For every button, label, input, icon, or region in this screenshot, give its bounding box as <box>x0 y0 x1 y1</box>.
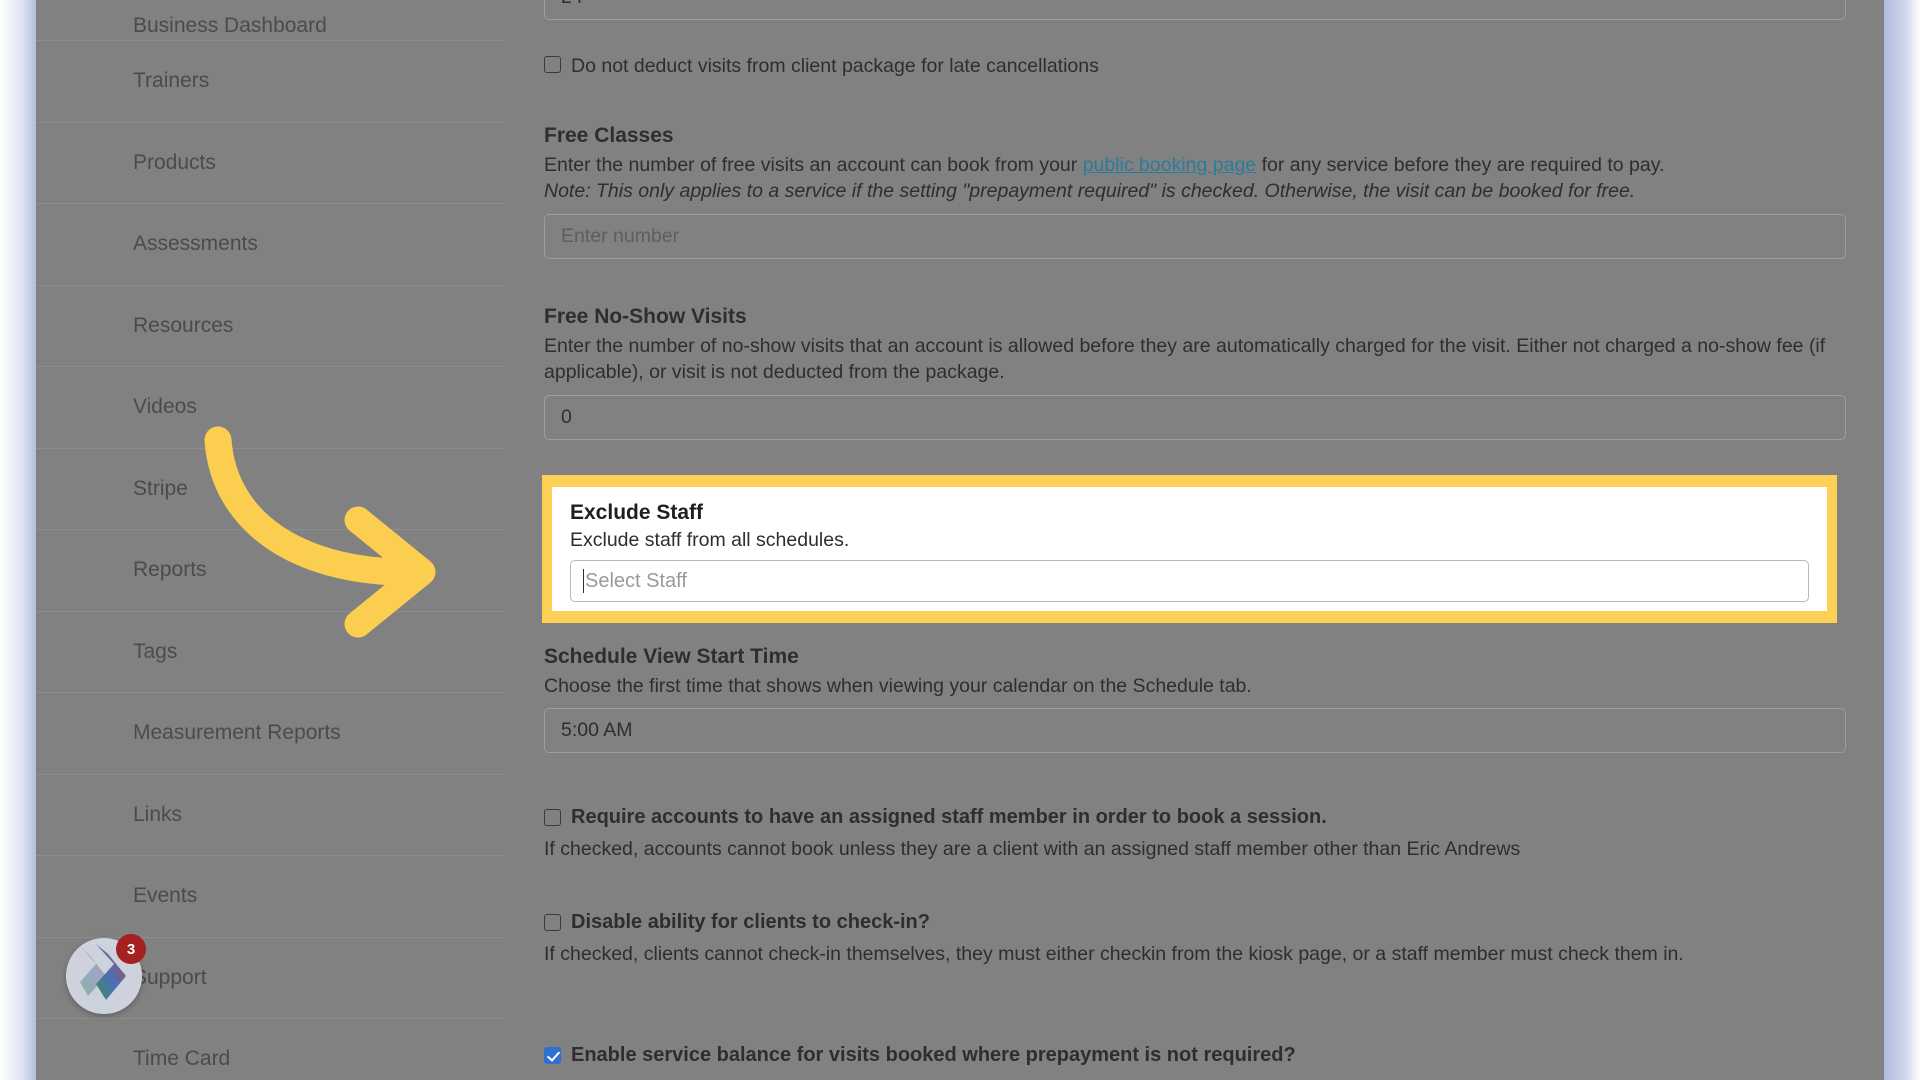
late-cancellation-hours-input[interactable]: 24 <box>544 0 1846 20</box>
sidebar-item-label: Trainers <box>133 69 210 93</box>
enable-service-balance-checkbox[interactable] <box>544 1047 561 1064</box>
sidebar-item-label: Events <box>133 884 198 908</box>
disable-checkin-desc: If checked, clients cannot check-in them… <box>544 943 1684 965</box>
require-assigned-staff-desc: If checked, accounts cannot book unless … <box>544 838 1521 860</box>
public-booking-page-link[interactable]: public booking page <box>1083 154 1256 176</box>
sidebar-item-links[interactable]: Links <box>36 775 506 856</box>
sidebar-item-label: Links <box>133 802 183 826</box>
schedule-view-start-time-select[interactable]: 5:00 AM <box>544 708 1846 754</box>
support-badge-count: 3 <box>116 934 146 964</box>
free-no-show-visits-input[interactable]: 0 <box>544 394 1846 440</box>
sidebar-item-label: Tags <box>133 639 178 663</box>
sidebar-nav: Business Dashboard Trainers Products Ass… <box>36 0 506 1080</box>
exclude-staff-title: Exclude Staff <box>570 501 704 524</box>
sidebar-item-label: Measurement Reports <box>133 721 341 745</box>
free-no-show-visits-title: Free No-Show Visits <box>544 305 747 328</box>
enable-service-balance-section: Enable service balance for visits booked… <box>506 1043 1884 1068</box>
do-not-deduct-checkbox[interactable] <box>544 56 561 73</box>
disable-checkin-checkbox[interactable] <box>544 914 561 931</box>
require-assigned-staff-section: Require accounts to have an assigned sta… <box>506 805 1884 862</box>
sidebar-item-stripe[interactable]: Stripe <box>36 449 506 530</box>
sidebar-item-label: Assessments <box>133 232 258 256</box>
sidebar-item-label: Stripe <box>133 476 188 500</box>
sidebar-item-tags[interactable]: Tags <box>36 612 506 693</box>
sidebar-item-resources[interactable]: Resources <box>36 286 506 367</box>
schedule-view-start-time-desc: Choose the first time that shows when vi… <box>544 675 1252 697</box>
sidebar-item-label: Resources <box>133 313 234 337</box>
free-no-show-visits-section: Free No-Show Visits Enter the number of … <box>506 305 1884 440</box>
schedule-view-start-time-section: Schedule View Start Time Choose the firs… <box>506 645 1884 754</box>
sidebar-item-assessments[interactable]: Assessments <box>36 204 506 286</box>
support-chat-widget[interactable]: 3 <box>66 934 146 1014</box>
disable-checkin-section: Disable ability for clients to check-in?… <box>506 910 1884 967</box>
exclude-staff-desc: Exclude staff from all schedules. <box>570 529 850 551</box>
exclude-staff-select-input[interactable]: Select Staff <box>570 560 1809 602</box>
sidebar-item-trainers[interactable]: Trainers <box>36 41 506 123</box>
late-cancellation-section: 24 <box>506 0 1884 20</box>
free-classes-desc: Enter the number of free visits an accou… <box>544 152 1846 178</box>
enable-service-balance-label: Enable service balance for visits booked… <box>571 1044 1296 1066</box>
screenshot-root: Business Dashboard Trainers Products Ass… <box>0 0 1920 1080</box>
schedule-view-start-time-title: Schedule View Start Time <box>544 645 799 668</box>
sidebar-item-label: Reports <box>133 558 207 582</box>
disable-checkin-label: Disable ability for clients to check-in? <box>571 911 930 933</box>
sidebar-item-label: Products <box>133 150 216 174</box>
exclude-staff-section: Exclude Staff Exclude staff from all sch… <box>552 487 1827 611</box>
require-assigned-staff-label: Require accounts to have an assigned sta… <box>571 806 1327 828</box>
free-no-show-visits-desc: Enter the number of no-show visits that … <box>544 335 1826 384</box>
sidebar-item-reports[interactable]: Reports <box>36 530 506 612</box>
free-classes-desc-part1: Enter the number of free visits an accou… <box>544 154 1083 176</box>
sidebar-item-events[interactable]: Events <box>36 856 506 938</box>
free-classes-note: Note: This only applies to a service if … <box>544 180 1636 203</box>
sidebar-item-measurement-reports[interactable]: Measurement Reports <box>36 693 506 775</box>
free-classes-section: Free Classes Enter the number of free vi… <box>506 124 1884 259</box>
do-not-deduct-label: Do not deduct visits from client package… <box>571 55 1099 77</box>
sidebar-item-videos[interactable]: Videos <box>36 367 506 449</box>
text-cursor <box>583 569 584 593</box>
late-cancellation-checkbox-row: Do not deduct visits from client package… <box>506 52 1884 79</box>
exclude-staff-highlight: Exclude Staff Exclude staff from all sch… <box>542 475 1837 623</box>
free-classes-input[interactable]: Enter number <box>544 213 1846 259</box>
sidebar-item-label: Videos <box>133 395 197 419</box>
sidebar-item-time-card[interactable]: Time Card <box>36 1019 506 1080</box>
sidebar-item-label: Time Card <box>133 1047 231 1071</box>
exclude-staff-placeholder: Select Staff <box>585 569 687 592</box>
free-classes-desc-part2: for any service before they are required… <box>1256 154 1665 176</box>
sidebar-item-products[interactable]: Products <box>36 123 506 204</box>
sidebar-item-label: Business Dashboard <box>133 14 327 37</box>
sidebar-item-label: Support <box>133 965 207 989</box>
free-classes-title: Free Classes <box>544 124 674 147</box>
require-assigned-staff-checkbox[interactable] <box>544 809 561 826</box>
sidebar-item-business-dashboard[interactable]: Business Dashboard <box>36 0 506 41</box>
